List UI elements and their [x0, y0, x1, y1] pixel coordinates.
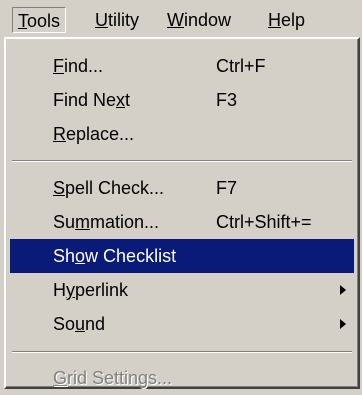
menu-utility-label-post: tility — [108, 10, 139, 30]
menu-window[interactable]: Window — [162, 7, 236, 33]
menu-item-summation[interactable]: Summation... Ctrl+Shift+= — [10, 205, 354, 239]
menu-utility[interactable]: Utility — [90, 7, 144, 33]
menu-utility-mnemonic: U — [95, 10, 108, 30]
submenu-arrow-icon — [340, 285, 346, 295]
menu-item-show-checklist-label: Show Checklist — [53, 246, 177, 266]
menu-separator — [12, 160, 352, 162]
menu-item-sound[interactable]: Sound — [10, 307, 354, 341]
menu-tools-label-post: ools — [27, 11, 61, 31]
menu-item-sound-label: Sound — [53, 314, 106, 334]
menu-item-find-next-label: Find Next — [53, 90, 131, 110]
menu-item-grid-settings-label: Grid Settings... — [53, 368, 173, 388]
menu-window-label-post: indow — [184, 10, 232, 30]
menu-tools-mnemonic: T — [18, 11, 27, 31]
menu-item-replace[interactable]: Replace... — [10, 117, 354, 151]
menu-separator — [12, 351, 352, 353]
menu-item-find-shortcut: Ctrl+F — [216, 56, 266, 76]
menu-item-spell-check[interactable]: Spell Check... F7 — [10, 171, 354, 205]
menu-item-find-next[interactable]: Find Next F3 — [10, 83, 354, 117]
menu-item-spell-check-shortcut: F7 — [216, 178, 238, 198]
menu-item-find-label: Find... — [53, 56, 104, 76]
tools-dropdown-menu: Find... Ctrl+F Find Next F3 Replace... S… — [4, 37, 360, 389]
menu-item-spell-check-label: Spell Check... — [53, 178, 165, 198]
menu-window-mnemonic: W — [167, 10, 184, 30]
menu-item-summation-shortcut: Ctrl+Shift+= — [216, 212, 312, 232]
menu-bar: Tools Utility Window Help — [0, 0, 362, 38]
menu-item-replace-label: Replace... — [53, 124, 135, 144]
menu-item-summation-label: Summation... — [53, 212, 160, 232]
submenu-arrow-icon — [340, 319, 346, 329]
menu-tools[interactable]: Tools — [12, 7, 67, 33]
menu-help-label-post: elp — [281, 10, 306, 30]
menu-item-show-checklist[interactable]: Show Checklist — [10, 239, 354, 273]
menu-item-hyperlink[interactable]: Hyperlink — [10, 273, 354, 307]
menu-item-hyperlink-label: Hyperlink — [53, 280, 129, 300]
menu-item-find-next-shortcut: F3 — [216, 90, 238, 110]
menu-help[interactable]: Help — [263, 7, 310, 33]
menu-help-mnemonic: H — [268, 10, 281, 30]
menu-item-grid-settings: Grid Settings... — [10, 361, 354, 395]
menu-item-find[interactable]: Find... Ctrl+F — [10, 49, 354, 83]
